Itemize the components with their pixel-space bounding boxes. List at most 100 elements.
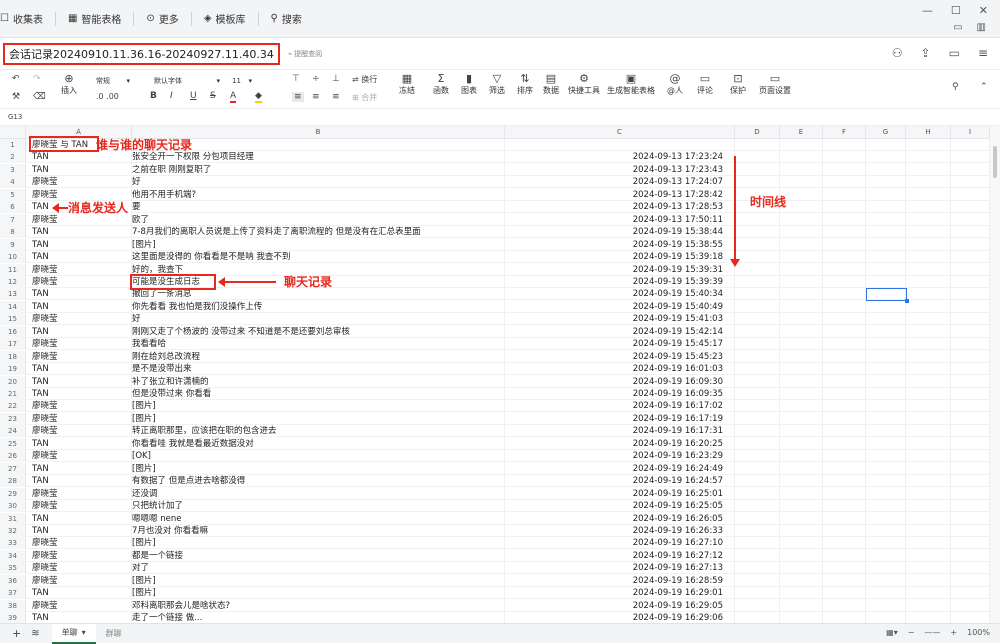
cell-a[interactable]: 廖晓莹 [32, 313, 128, 325]
cell-a[interactable]: TAN [32, 326, 128, 338]
cell-c[interactable]: 2024-09-13 17:28:42 [531, 189, 727, 201]
bold-icon[interactable]: B [150, 91, 157, 101]
row-header[interactable]: 4 [0, 176, 26, 189]
cell-a[interactable]: TAN [32, 251, 128, 263]
align-center-icon[interactable]: ≡ [312, 92, 320, 102]
cell-a[interactable]: 廖晓莹 [32, 550, 128, 562]
cell-c[interactable]: 2024-09-19 15:45:23 [531, 351, 727, 363]
cell-c[interactable]: 2024-09-19 16:29:05 [531, 600, 727, 612]
filter-button[interactable]: ▽ 筛选 [486, 73, 508, 96]
row-header[interactable]: 36 [0, 574, 26, 587]
cell-a[interactable]: 廖晓莹 [32, 351, 128, 363]
search-tab[interactable]: ⚲ 搜索 [271, 11, 302, 26]
cell-a[interactable]: 廖晓莹 [32, 537, 128, 549]
cell-c[interactable]: 2024-09-19 15:41:03 [531, 313, 727, 325]
font-size-select[interactable]: 11 ▾ [229, 74, 255, 87]
row-header[interactable]: 12 [0, 275, 26, 288]
row-header[interactable]: 7 [0, 213, 26, 226]
menu-icon[interactable]: ≡ [978, 46, 988, 60]
column-header-h[interactable]: H [906, 126, 951, 139]
collapse-ribbon-icon[interactable]: ⌃ [980, 82, 988, 92]
row-header[interactable]: 31 [0, 512, 26, 525]
function-button[interactable]: Σ 函数 [430, 73, 452, 96]
cell-reference[interactable]: G13 [8, 113, 22, 121]
doc-tag[interactable]: ⌁ 提醒查阅 [288, 49, 322, 59]
align-middle-icon[interactable]: ÷ [312, 74, 320, 84]
cell-c[interactable] [531, 139, 727, 151]
cell-c[interactable]: 2024-09-19 16:27:10 [531, 537, 727, 549]
row-header[interactable]: 14 [0, 300, 26, 313]
row-header[interactable]: 15 [0, 313, 26, 326]
mention-button[interactable]: @ @人 [664, 73, 686, 96]
row-header[interactable]: 17 [0, 338, 26, 351]
cell-c[interactable]: 2024-09-19 16:26:05 [531, 513, 727, 525]
cell-c[interactable]: 2024-09-19 16:17:19 [531, 413, 727, 425]
protect-button[interactable]: ⊡ 保护 [727, 73, 749, 96]
review-button[interactable]: ▭ 评论 [694, 73, 716, 96]
cell-c[interactable]: 2024-09-19 16:09:30 [531, 376, 727, 388]
row-header[interactable]: 38 [0, 599, 26, 612]
maximize-icon[interactable]: ☐ [951, 4, 961, 17]
decimal-icon[interactable]: .0 .00 [96, 92, 119, 101]
row-header[interactable]: 35 [0, 562, 26, 575]
column-header-d[interactable]: D [735, 126, 780, 139]
spreadsheet-grid[interactable]: A B C D E F G H I 1 廖晓莹 与 TAN 2 TAN 张安全开一下权限 分包项目经理 20… [0, 126, 990, 623]
cell-c[interactable]: 2024-09-19 15:42:14 [531, 326, 727, 338]
cell-a[interactable]: TAN [32, 463, 128, 475]
row-header[interactable]: 30 [0, 500, 26, 513]
row-header[interactable]: 27 [0, 462, 26, 475]
search-icon[interactable]: ⚲ [952, 82, 959, 92]
row-header[interactable]: 3 [0, 163, 26, 176]
cell-a[interactable]: TAN [32, 239, 128, 251]
cell-c[interactable]: 2024-09-19 15:45:17 [531, 338, 727, 350]
column-header-g[interactable]: G [866, 126, 906, 139]
cell-a[interactable]: 廖晓莹 [32, 338, 128, 350]
row-header[interactable]: 1 [0, 139, 26, 151]
add-sheet-icon[interactable]: + [12, 627, 21, 640]
scrollbar-thumb[interactable] [993, 146, 997, 178]
merge-cells-button[interactable]: ⊞ 合并 [352, 92, 377, 103]
cell-a[interactable]: 廖晓莹 [32, 276, 128, 288]
cell-c[interactable]: 2024-09-13 17:28:53 [531, 201, 727, 213]
cell-a[interactable]: TAN [32, 513, 128, 525]
row-header[interactable]: 26 [0, 450, 26, 463]
freeze-button[interactable]: ▦ 冻结 [396, 73, 418, 96]
row-header[interactable]: 5 [0, 188, 26, 201]
smart-table-tab[interactable]: ▦ 智能表格 [68, 11, 121, 26]
row-header[interactable]: 6 [0, 201, 26, 214]
cell-a[interactable]: 廖晓莹 [32, 575, 128, 587]
data-button[interactable]: ▤ 数据 [540, 73, 562, 96]
cell-a[interactable]: TAN [32, 438, 128, 450]
chart-button[interactable]: ▮ 图表 [458, 73, 480, 96]
align-left-icon[interactable]: ≡ [292, 92, 304, 102]
row-header[interactable]: 39 [0, 612, 26, 623]
row-header[interactable]: 20 [0, 375, 26, 388]
fill-color-icon[interactable]: ◆ [255, 91, 262, 103]
row-header[interactable]: 33 [0, 537, 26, 550]
collect-form-tab[interactable]: ☐ 收集表 [0, 11, 43, 26]
number-format-select[interactable]: 常规 ▾ [93, 74, 133, 87]
row-header[interactable]: 9 [0, 238, 26, 251]
sheet-tab-single-chat[interactable]: 单聊 ▾ [51, 623, 96, 644]
generate-smart-table-button[interactable]: ▣ 生成智能表格 [606, 73, 656, 96]
template-tab[interactable]: ◈ 模板库 [204, 11, 246, 26]
cell-c[interactable]: 2024-09-13 17:23:24 [531, 151, 727, 163]
sheet-tab-group-chat[interactable]: 群聊 [96, 624, 132, 644]
zoom-slider[interactable]: —— [924, 628, 940, 637]
cell-a[interactable]: 廖晓莹 [32, 562, 128, 574]
row-header[interactable]: 21 [0, 388, 26, 400]
cell-c[interactable]: 2024-09-19 15:39:31 [531, 264, 727, 276]
cell-a[interactable]: 廖晓莹 [32, 600, 128, 612]
row-header[interactable]: 24 [0, 425, 26, 438]
view-mode-icon[interactable]: ▦▾ [886, 628, 898, 637]
cell-c[interactable]: 2024-09-19 16:24:49 [531, 463, 727, 475]
underline-icon[interactable]: U [190, 91, 197, 101]
cell-a[interactable]: TAN [32, 363, 128, 375]
cell-c[interactable]: 2024-09-19 16:01:03 [531, 363, 727, 375]
cell-c[interactable]: 2024-09-19 16:27:12 [531, 550, 727, 562]
cell-c[interactable]: 2024-09-19 15:38:44 [531, 226, 727, 238]
selected-cell-g13[interactable] [866, 288, 909, 304]
cell-a[interactable]: TAN [32, 475, 128, 487]
row-header[interactable]: 22 [0, 400, 26, 413]
cell-c[interactable]: 2024-09-19 16:29:06 [531, 612, 727, 623]
